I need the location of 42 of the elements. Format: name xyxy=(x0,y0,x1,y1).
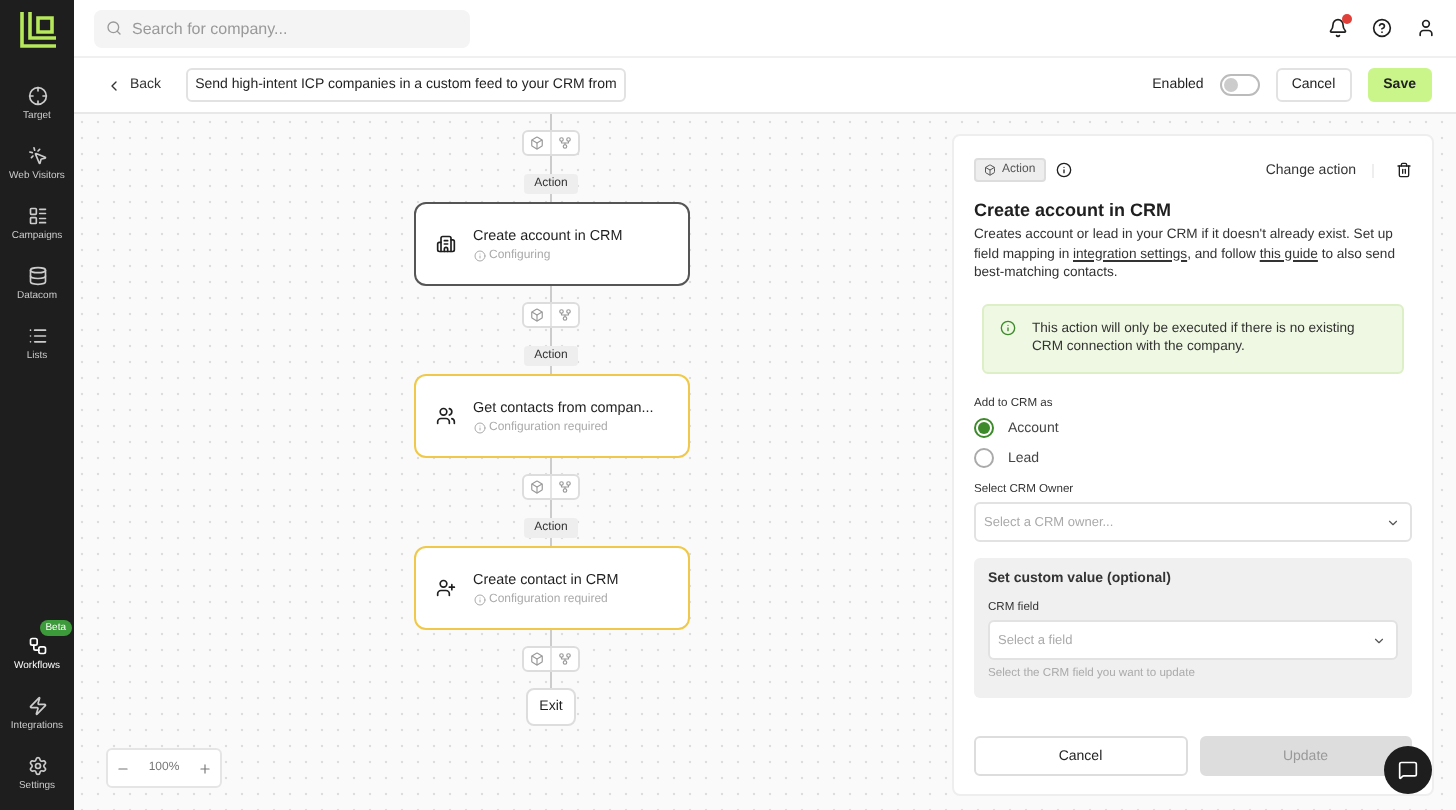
user-icon[interactable] xyxy=(1416,18,1436,38)
connector-controls[interactable] xyxy=(522,646,580,672)
box-icon xyxy=(984,164,996,176)
step-icon xyxy=(435,234,455,254)
zoom-in-icon[interactable] xyxy=(197,761,212,775)
bell-icon[interactable] xyxy=(1328,18,1348,38)
help-icon[interactable] xyxy=(1372,18,1392,38)
connector-controls[interactable] xyxy=(522,130,580,156)
layout-icon xyxy=(27,206,47,226)
step-icon xyxy=(435,578,455,598)
step-icon xyxy=(435,406,455,426)
logo-icon xyxy=(15,8,59,52)
panel-title: Create account in CRM xyxy=(974,200,1174,220)
info-icon xyxy=(473,250,485,262)
chevron-left-icon xyxy=(106,77,122,93)
search-icon xyxy=(106,20,122,36)
database-icon xyxy=(27,266,47,286)
notification-dot xyxy=(1342,14,1352,24)
info-icon xyxy=(473,594,485,606)
box-icon[interactable] xyxy=(530,480,544,494)
box-icon[interactable] xyxy=(530,136,544,150)
info-icon[interactable] xyxy=(1055,162,1072,178)
settings-icon xyxy=(27,756,47,776)
box-icon[interactable] xyxy=(530,308,544,322)
chevron-down-icon xyxy=(1372,633,1386,648)
info-icon xyxy=(1000,319,1016,336)
lightning-icon xyxy=(27,696,47,716)
info-icon xyxy=(473,422,485,434)
crosshair-icon xyxy=(27,86,47,106)
chat-icon xyxy=(1398,760,1418,780)
branch-icon[interactable] xyxy=(558,480,572,494)
branch-icon[interactable] xyxy=(558,652,572,666)
workflow-icon xyxy=(27,636,47,656)
branch-icon[interactable] xyxy=(558,136,572,150)
branch-icon[interactable] xyxy=(558,308,572,322)
box-icon[interactable] xyxy=(530,652,544,666)
connector-controls[interactable] xyxy=(522,302,580,328)
trash-icon[interactable] xyxy=(1396,162,1412,178)
connector-controls[interactable] xyxy=(522,474,580,500)
enabled-toggle[interactable] xyxy=(1219,74,1260,96)
cursor-icon xyxy=(27,146,47,166)
chevron-down-icon xyxy=(1386,515,1400,530)
